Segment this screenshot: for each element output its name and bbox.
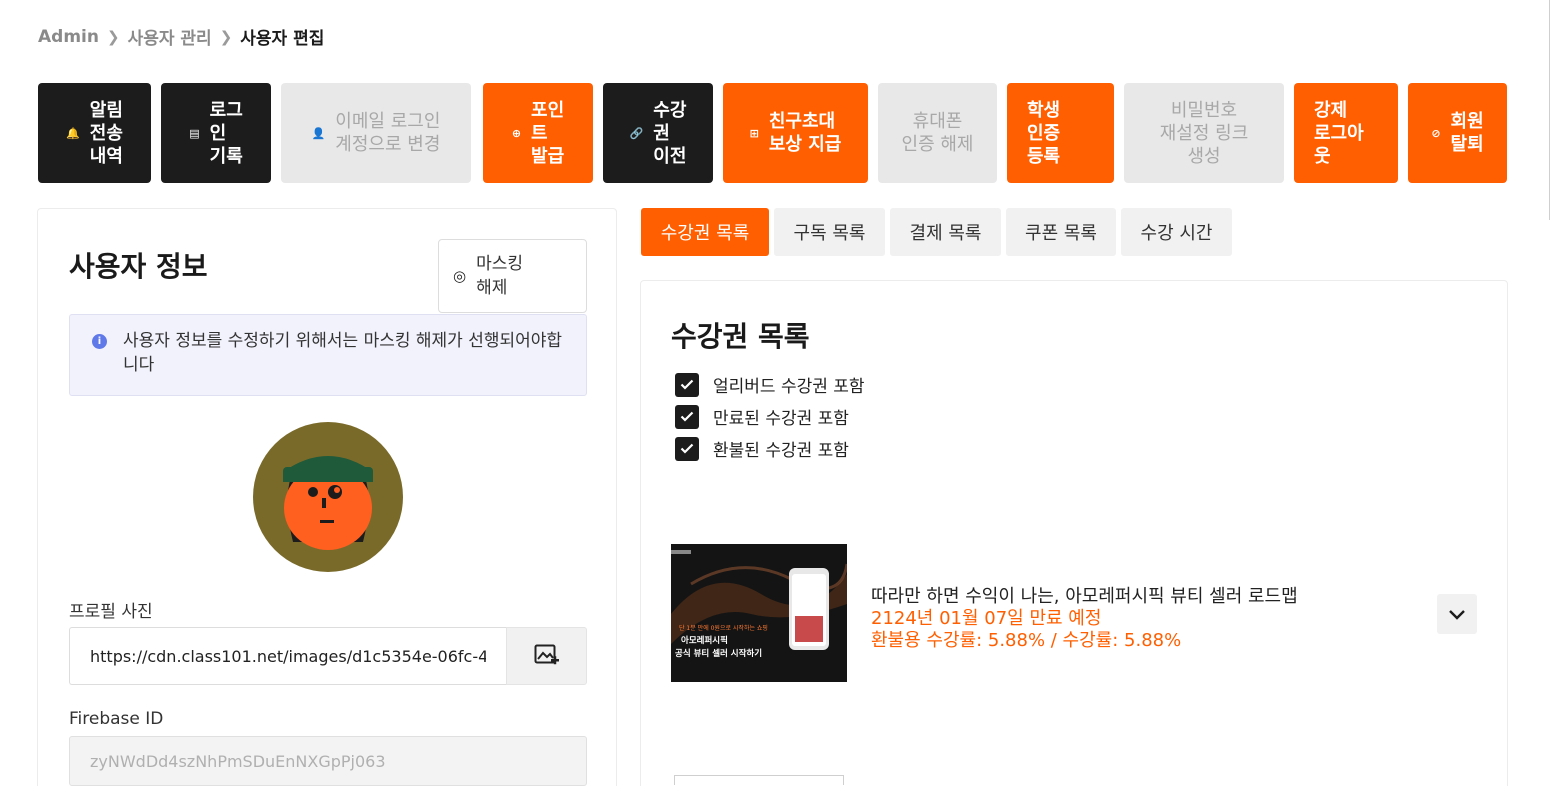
user-icon: 👤 — [311, 126, 326, 140]
checkbox-checked[interactable] — [675, 404, 699, 429]
thumb-title-line1: 아모레퍼시픽 — [681, 635, 728, 646]
course-progress-rate: 환불용 수강률: 5.88% / 수강률: 5.88% — [871, 630, 1182, 651]
profile-photo-field — [69, 627, 587, 685]
eye-icon: ◎ — [453, 267, 467, 285]
checkbox-checked[interactable] — [675, 436, 699, 461]
chevron-right-icon: ❯ — [106, 27, 120, 46]
change-to-email-login-button[interactable]: 👤 이메일 로그인 계정으로 변경 — [281, 83, 471, 183]
thumb-banner: 단 1분 만에 0원으로 시작하는 쇼핑 — [679, 624, 768, 632]
user-info-title: 사용자 정보 — [69, 250, 208, 283]
add-image-icon — [534, 644, 559, 665]
tab-coupon-list[interactable]: 쿠폰 목록 — [1006, 208, 1116, 256]
password-reset-link-button[interactable]: 비밀번호 재설정 링크 생성 — [1124, 83, 1284, 183]
list-item: 단 1분 만에 0원으로 시작하는 쇼핑 아모레퍼시픽 공식 뷰티 셀러 시작하… — [671, 544, 1479, 682]
login-history-button[interactable]: ▤ 로그 인 기록 — [161, 83, 271, 183]
info-icon: i — [92, 334, 107, 349]
transfer-pass-button[interactable]: 🔗 수강 권 이전 — [603, 83, 713, 183]
filter-early-bird[interactable]: 얼리버드 수강권 포함 — [675, 372, 865, 397]
check-icon — [680, 411, 694, 422]
course-thumbnail[interactable] — [674, 775, 844, 785]
referral-reward-button[interactable]: ⊞ 친구초대 보상 지급 — [723, 83, 868, 183]
breadcrumb-admin[interactable]: Admin — [38, 27, 99, 47]
tab-pass-list[interactable]: 수강권 목록 — [641, 208, 769, 256]
link-icon: 🔗 — [629, 126, 644, 140]
unmask-button[interactable]: ◎ 마스킹 해제 — [438, 239, 587, 313]
course-thumbnail[interactable]: 단 1분 만에 0원으로 시작하는 쇼핑 아모레퍼시픽 공식 뷰티 셀러 시작하… — [671, 544, 847, 682]
firebase-id-input[interactable] — [69, 736, 587, 786]
upload-image-button[interactable] — [506, 627, 587, 685]
check-icon — [680, 379, 694, 390]
filter-label: 만료된 수강권 포함 — [713, 409, 849, 429]
filter-label: 환불된 수강권 포함 — [713, 441, 849, 461]
tab-subscription-list[interactable]: 구독 목록 — [774, 208, 885, 256]
user-info-panel: 사용자 정보 ◎ 마스킹 해제 i 사용자 정보를 수정하기 위해서는 마스킹 … — [37, 208, 617, 786]
filter-expired[interactable]: 만료된 수강권 포함 — [675, 404, 849, 429]
profile-photo-label: 프로필 사진 — [69, 602, 153, 622]
filter-refunded[interactable]: 환불된 수강권 포함 — [675, 436, 849, 461]
eye-off-icon: ⊘ — [1431, 126, 1441, 140]
check-icon — [680, 443, 694, 454]
expand-course-button[interactable] — [1437, 594, 1477, 634]
firebase-id-label: Firebase ID — [69, 709, 164, 729]
filter-label: 얼리버드 수강권 포함 — [713, 377, 865, 397]
breadcrumb-current: 사용자 편집 — [240, 29, 325, 49]
pass-list-title: 수강권 목록 — [671, 320, 810, 353]
mask-notice: i 사용자 정보를 수정하기 위해서는 마스킹 해제가 선행되어야합니다 — [69, 314, 587, 396]
withdraw-member-button[interactable]: ⊘ 회원 탈퇴 — [1408, 83, 1507, 183]
phone-verification-reset-button[interactable]: 휴대폰 인증 해제 — [878, 83, 997, 183]
gift-icon: ⊞ — [749, 126, 759, 140]
pass-list-panel: 수강권 목록 얼리버드 수강권 포함 만료된 수강권 포함 환불된 수강권 포함… — [640, 280, 1508, 786]
tab-payment-list[interactable]: 결제 목록 — [890, 208, 1001, 256]
bell-icon: 🔔 — [66, 126, 80, 140]
tab-study-time[interactable]: 수강 시간 — [1121, 208, 1232, 256]
tab-bar: 수강권 목록 구독 목록 결제 목록 쿠폰 목록 수강 시간 — [641, 208, 1232, 256]
document-icon: ▤ — [189, 126, 200, 140]
profile-url-input[interactable] — [69, 627, 506, 685]
student-verification-button[interactable]: 학생 인증 등록 — [1007, 83, 1114, 183]
issue-points-button[interactable]: ⊕ 포인 트 발급 — [483, 83, 593, 183]
checkbox-checked[interactable] — [675, 372, 699, 397]
force-logout-button[interactable]: 강제 로그아 웃 — [1294, 83, 1398, 183]
avatar — [253, 422, 403, 572]
breadcrumb-user-management[interactable]: 사용자 관리 — [128, 24, 212, 49]
mask-notice-text: 사용자 정보를 수정하기 위해서는 마스킹 해제가 선행되어야합니다 — [123, 331, 563, 375]
unmask-label: 마스킹 해제 — [476, 254, 524, 298]
notification-history-button[interactable]: 🔔 알림 전송 내역 — [38, 83, 151, 183]
thumb-title-line2: 공식 뷰티 셀러 시작하기 — [675, 648, 762, 659]
chevron-down-icon — [1449, 609, 1465, 620]
breadcrumb: Admin ❯ 사용자 관리 ❯ 사용자 편집 — [38, 24, 325, 50]
chevron-right-icon: ❯ — [219, 27, 233, 46]
coin-icon: ⊕ — [511, 126, 522, 140]
